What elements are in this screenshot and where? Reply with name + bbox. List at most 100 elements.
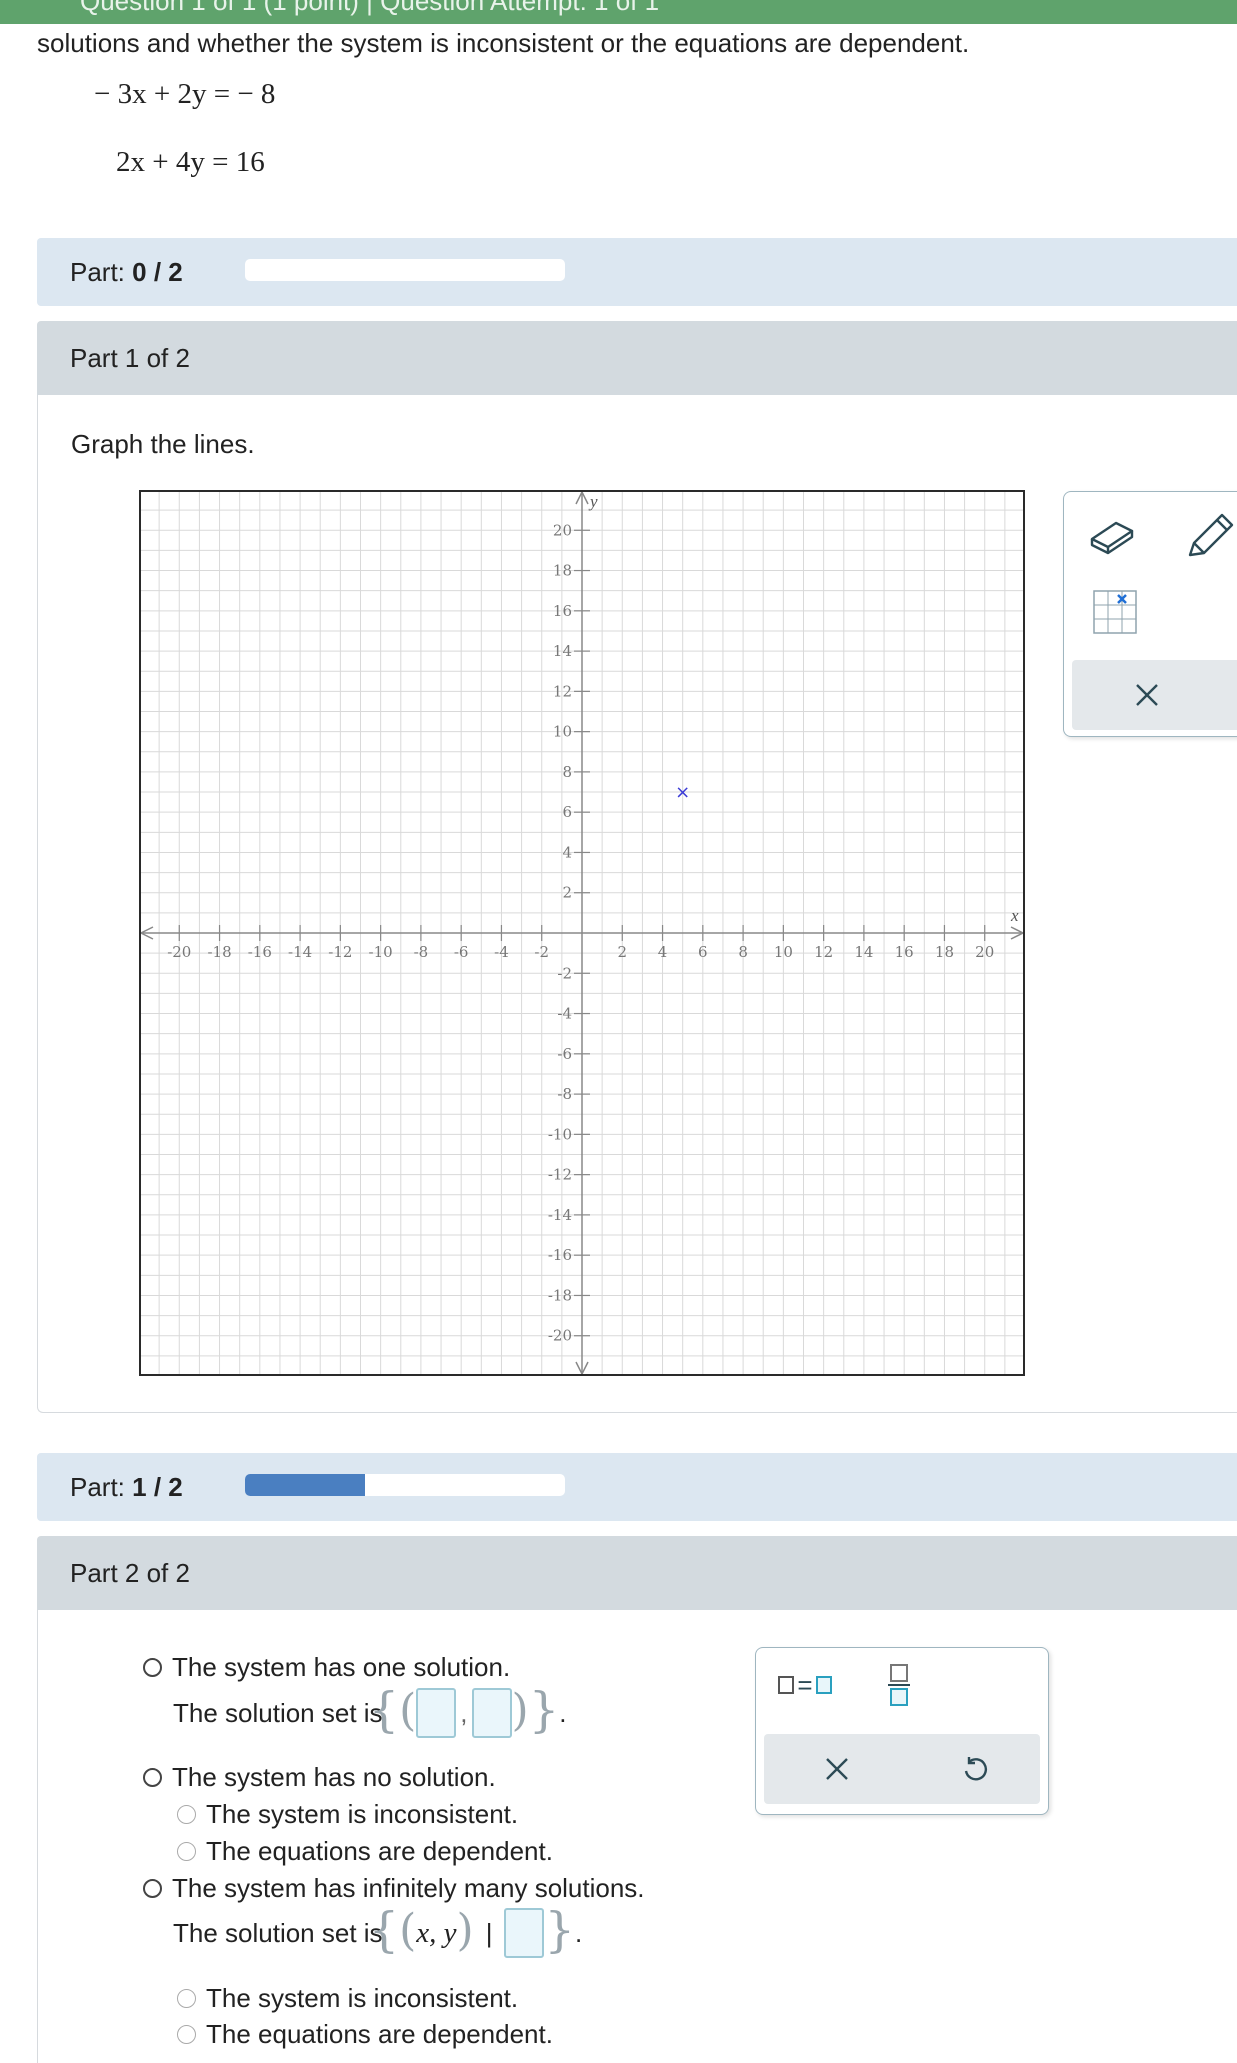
infinite-inconsistent[interactable]: The system is inconsistent.: [177, 1983, 518, 2014]
part-progress-2: Part: 1 / 2: [37, 1453, 1237, 1521]
part-1-header: Part 1 of 2: [37, 321, 1237, 395]
option-no-solution[interactable]: The system has no solution.: [143, 1762, 496, 1793]
comma: ,: [460, 1697, 468, 1728]
inconsistent-label: The system is inconsistent.: [206, 1983, 519, 2013]
graph-marker: ×: [675, 782, 690, 803]
close-icon: [826, 1758, 848, 1780]
equation-1: − 3x + 2y = − 8: [94, 78, 276, 110]
point-tool-icon: [1093, 590, 1137, 634]
infinite-dependent[interactable]: The equations are dependent.: [177, 2019, 553, 2050]
no-solution-inconsistent[interactable]: The system is inconsistent.: [177, 1799, 518, 1830]
math-toolbox: =: [755, 1647, 1049, 1815]
set-builder-xy: x, y: [416, 1916, 457, 1949]
question-header-bar: Question 1 of 1 (1 point) | Question Att…: [0, 0, 1237, 24]
equation-2: 2x + 4y = 16: [116, 146, 265, 178]
y-tick-label: 10: [553, 723, 572, 741]
option-no-solution-label: The system has no solution.: [172, 1762, 496, 1792]
infinite-solution-set-line: The solution set is { ( x, y ) | } .: [173, 1902, 583, 1958]
solution-set-label: The solution set is: [173, 1917, 383, 1948]
progress-bar: [245, 1474, 565, 1496]
y-tick-label: -2: [557, 964, 572, 982]
right-paren: ): [511, 1685, 529, 1736]
undo-icon: [964, 1757, 988, 1781]
progress-value: 1 / 2: [132, 1472, 183, 1502]
y-tick-label: -8: [557, 1085, 572, 1103]
x-tick-label: 6: [698, 943, 708, 961]
progress-fill: [245, 1474, 365, 1496]
right-brace: }: [528, 1682, 560, 1738]
left-paren: (: [399, 1685, 417, 1736]
clear-button[interactable]: [812, 1744, 862, 1794]
left-brace: {: [368, 1902, 400, 1958]
coordinate-graph[interactable]: -20 -18 -16 -14 -12 -10 -8 -6 -4 -2 2 4 6 8 10 12 14 16 18…: [139, 490, 1025, 1376]
x-tick-label: -6: [454, 943, 469, 961]
inconsistent-label: The system is inconsistent.: [206, 1799, 519, 1829]
period: .: [559, 1697, 567, 1728]
pencil-button[interactable]: [1182, 508, 1237, 562]
clear-button[interactable]: [1122, 670, 1172, 720]
progress-label: Part:: [70, 257, 125, 287]
y-tick-label: -12: [548, 1166, 572, 1184]
solution-set-label: The solution set is: [173, 1697, 383, 1728]
radio-infinite-solutions[interactable]: [143, 1879, 162, 1898]
part-2-title: Part 2 of 2: [70, 1558, 190, 1588]
toolbox-action-bar: [1072, 660, 1237, 730]
x-tick-label: -10: [369, 943, 393, 961]
y-axis-label: y: [588, 492, 598, 511]
x-value-input[interactable]: [416, 1688, 457, 1738]
radio-infinite-dependent[interactable]: [177, 2025, 196, 2044]
part-1-title: Part 1 of 2: [70, 343, 190, 373]
x-tick-label: 2: [617, 943, 627, 961]
equation-template-button[interactable]: =: [770, 1664, 840, 1706]
x-tick-label: 12: [814, 943, 833, 961]
x-tick-label: 14: [854, 943, 873, 961]
point-tool-button[interactable]: [1090, 587, 1140, 637]
y-tick-label: -16: [548, 1246, 572, 1264]
option-one-solution[interactable]: The system has one solution.: [143, 1652, 510, 1683]
question-header-title: Question 1 of 1 (1 point) | Question Att…: [80, 0, 660, 16]
fraction-button[interactable]: [874, 1660, 924, 1710]
part-progress-1: Part: 0 / 2: [37, 238, 1237, 306]
y-tick-label: 20: [553, 521, 572, 539]
question-intro-text: solutions and whether the system is inco…: [37, 28, 970, 58]
x-tick-label: 10: [774, 943, 793, 961]
option-infinite-solutions-label: The system has infinitely many solutions…: [172, 1873, 645, 1903]
equals-sign: =: [797, 1669, 813, 1700]
x-axis-label: x: [1010, 906, 1019, 925]
graph-marks: ×: [675, 782, 690, 803]
x-tick-label: -18: [207, 943, 231, 961]
period: .: [575, 1917, 583, 1948]
undo-button[interactable]: [950, 1744, 1000, 1794]
radio-infinite-inconsistent[interactable]: [177, 1989, 196, 2008]
x-tick-label: 18: [935, 943, 954, 961]
y-tick-label: 8: [562, 763, 572, 781]
dependent-label: The equations are dependent.: [206, 1836, 553, 1866]
y-tick-label: 16: [553, 602, 572, 620]
set-builder-bar: |: [485, 1917, 493, 1948]
right-brace: }: [544, 1902, 576, 1958]
y-value-input[interactable]: [471, 1688, 512, 1738]
radio-one-solution[interactable]: [143, 1658, 162, 1677]
x-tick-label: 8: [738, 943, 748, 961]
fraction-icon: [888, 1664, 910, 1706]
set-condition-input[interactable]: [504, 1908, 545, 1958]
x-tick-label: -16: [248, 943, 272, 961]
option-one-solution-label: The system has one solution.: [172, 1652, 511, 1682]
x-tick-label: -2: [534, 943, 549, 961]
option-infinite-solutions[interactable]: The system has infinitely many solutions…: [143, 1873, 645, 1904]
x-tick-label: -20: [167, 943, 191, 961]
y-tick-label: 12: [553, 682, 572, 700]
pencil-icon: [1188, 513, 1234, 557]
no-solution-dependent[interactable]: The equations are dependent.: [177, 1836, 553, 1867]
eraser-button[interactable]: [1084, 510, 1140, 560]
radio-no-solution-dependent[interactable]: [177, 1842, 196, 1861]
radio-no-solution-inconsistent[interactable]: [177, 1805, 196, 1824]
y-tick-label: 18: [553, 562, 572, 580]
radio-no-solution[interactable]: [143, 1768, 162, 1787]
y-tick-label: 6: [562, 803, 572, 821]
progress-value: 0 / 2: [132, 257, 183, 287]
x-tick-label: -14: [288, 943, 312, 961]
equation-template-icon: =: [778, 1669, 832, 1701]
graph-toolbox: [1063, 491, 1237, 737]
part-1-instruction: Graph the lines.: [71, 429, 255, 459]
